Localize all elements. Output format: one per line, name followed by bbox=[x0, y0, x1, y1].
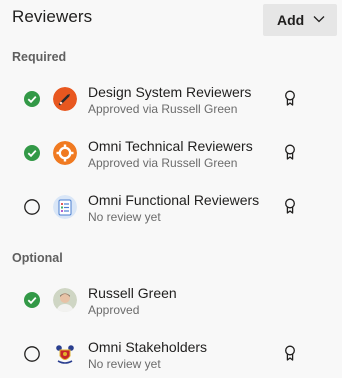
approved-check-icon bbox=[24, 292, 40, 308]
user-photo-avatar bbox=[53, 288, 77, 312]
reviewer-status-text: No review yet bbox=[88, 210, 161, 224]
design-system-group-avatar bbox=[53, 87, 77, 111]
no-vote-circle-icon bbox=[24, 346, 40, 362]
add-button-label: Add bbox=[277, 12, 305, 28]
reviewer-name: Omni Stakeholders bbox=[88, 339, 208, 355]
reviewer-name: Design System Reviewers bbox=[88, 84, 252, 100]
reviewer-status-text: Approved bbox=[88, 303, 140, 317]
approved-check-icon bbox=[24, 145, 40, 161]
required-badge-icon bbox=[285, 90, 295, 106]
reviewer-name: Omni Functional Reviewers bbox=[88, 192, 260, 208]
section-label-required: Required bbox=[12, 50, 67, 64]
required-badge-icon bbox=[285, 198, 295, 214]
reviewers-panel: Reviewers Add Required Design System Rev… bbox=[0, 0, 342, 378]
chevron-down-icon bbox=[313, 16, 325, 23]
reviewer-row[interactable]: Omni Technical Reviewers Approved via Ru… bbox=[0, 135, 342, 185]
reviewer-row[interactable]: Russell Green Approved bbox=[0, 282, 342, 332]
required-badge-icon bbox=[285, 144, 295, 160]
required-badge-icon bbox=[285, 345, 295, 361]
panel-title: Reviewers bbox=[12, 7, 93, 26]
no-vote-circle-icon bbox=[24, 199, 40, 215]
reviewer-status-text: Approved via Russell Green bbox=[88, 156, 238, 170]
reviewer-row[interactable]: Omni Stakeholders No review yet bbox=[0, 336, 342, 378]
reviewer-name: Russell Green bbox=[88, 285, 177, 301]
section-label-optional: Optional bbox=[12, 251, 63, 265]
reviewer-row[interactable]: Design System Reviewers Approved via Rus… bbox=[0, 81, 342, 131]
reviewers-header: Reviewers Add bbox=[0, 0, 342, 40]
reviewer-name: Omni Technical Reviewers bbox=[88, 138, 253, 154]
approved-check-icon bbox=[24, 91, 40, 107]
omni-functional-group-avatar bbox=[53, 195, 77, 219]
omni-technical-group-avatar bbox=[53, 141, 77, 165]
reviewer-status-text: No review yet bbox=[88, 357, 161, 371]
omni-stakeholders-crest-avatar bbox=[53, 342, 77, 366]
reviewer-row[interactable]: Omni Functional Reviewers No review yet bbox=[0, 189, 342, 239]
reviewer-status-text: Approved via Russell Green bbox=[88, 102, 238, 116]
add-reviewer-button[interactable]: Add bbox=[263, 4, 337, 36]
